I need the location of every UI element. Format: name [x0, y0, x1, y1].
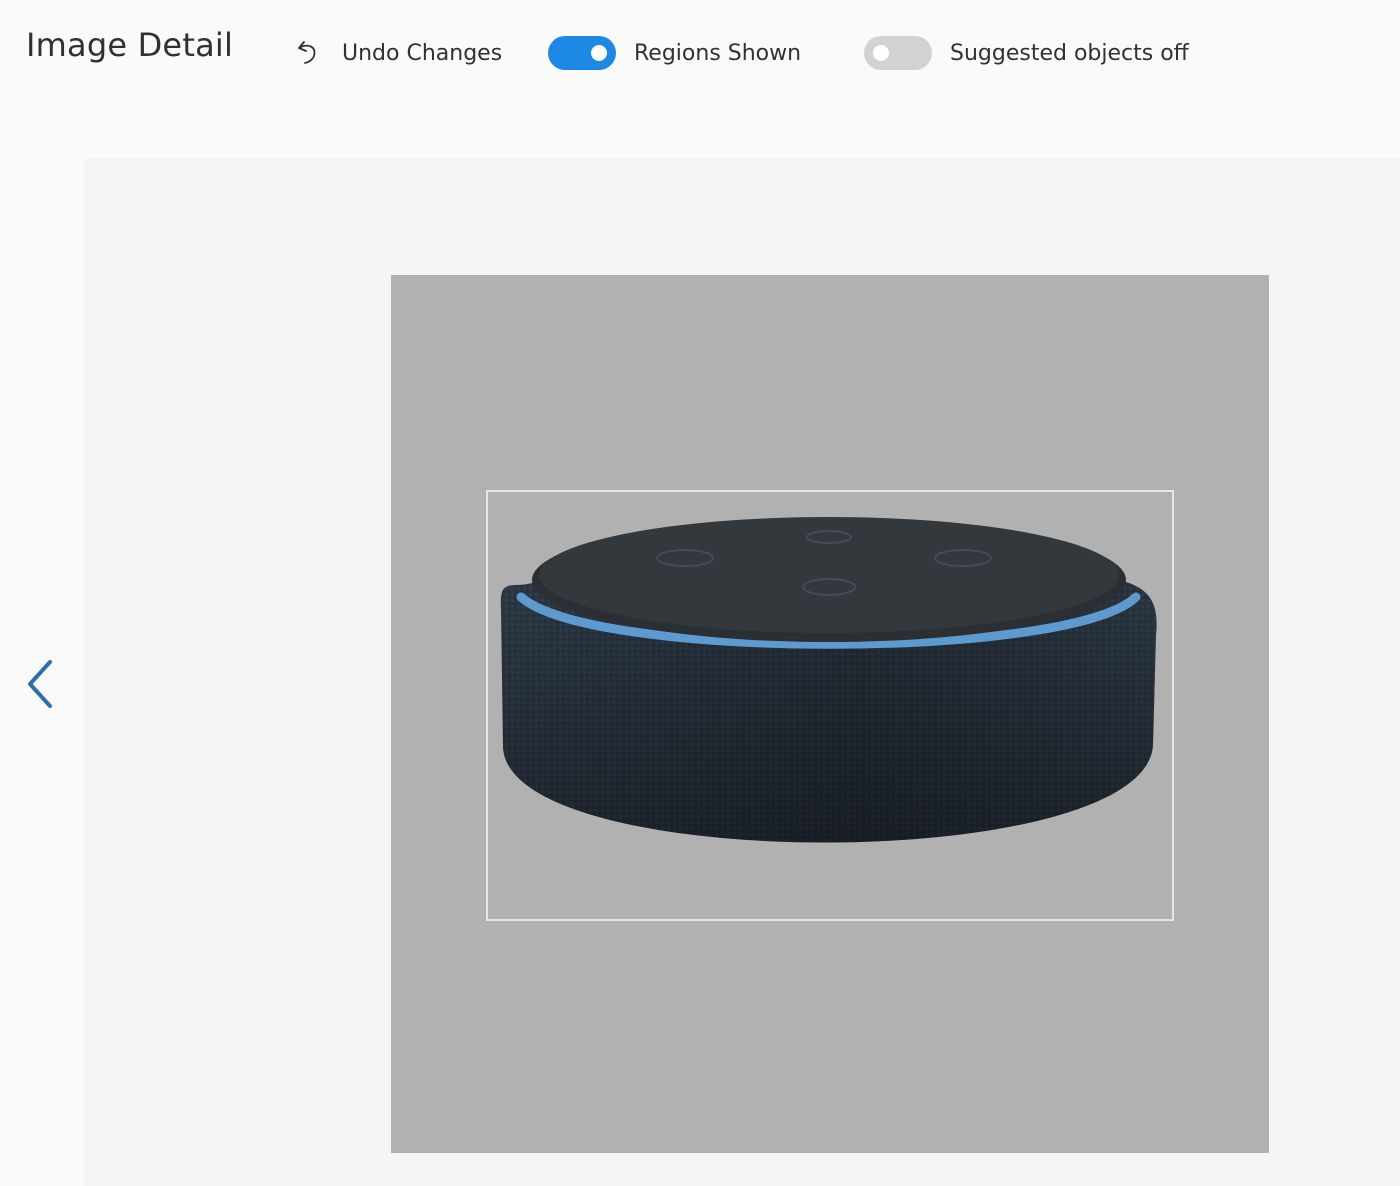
- suggested-objects-toggle[interactable]: Suggested objects off: [864, 34, 1189, 72]
- suggested-objects-switch[interactable]: [864, 36, 932, 70]
- toggle-knob: [591, 45, 607, 61]
- undo-icon: [296, 38, 322, 68]
- previous-image-button[interactable]: [20, 656, 60, 712]
- regions-shown-switch[interactable]: [548, 36, 616, 70]
- undo-changes-label: Undo Changes: [342, 40, 503, 66]
- page-title: Image Detail: [26, 26, 234, 64]
- suggested-objects-label: Suggested objects off: [950, 40, 1189, 66]
- header-bar: Image Detail Undo Changes Regions Shown …: [0, 0, 1400, 110]
- image-viewer[interactable]: [391, 275, 1269, 1153]
- chevron-left-icon: [28, 660, 52, 708]
- toggle-knob: [873, 45, 889, 61]
- regions-shown-toggle[interactable]: Regions Shown: [548, 34, 801, 72]
- regions-shown-label: Regions Shown: [634, 40, 802, 66]
- undo-changes-button[interactable]: Undo Changes: [296, 36, 502, 70]
- region-bounding-box[interactable]: [486, 490, 1174, 921]
